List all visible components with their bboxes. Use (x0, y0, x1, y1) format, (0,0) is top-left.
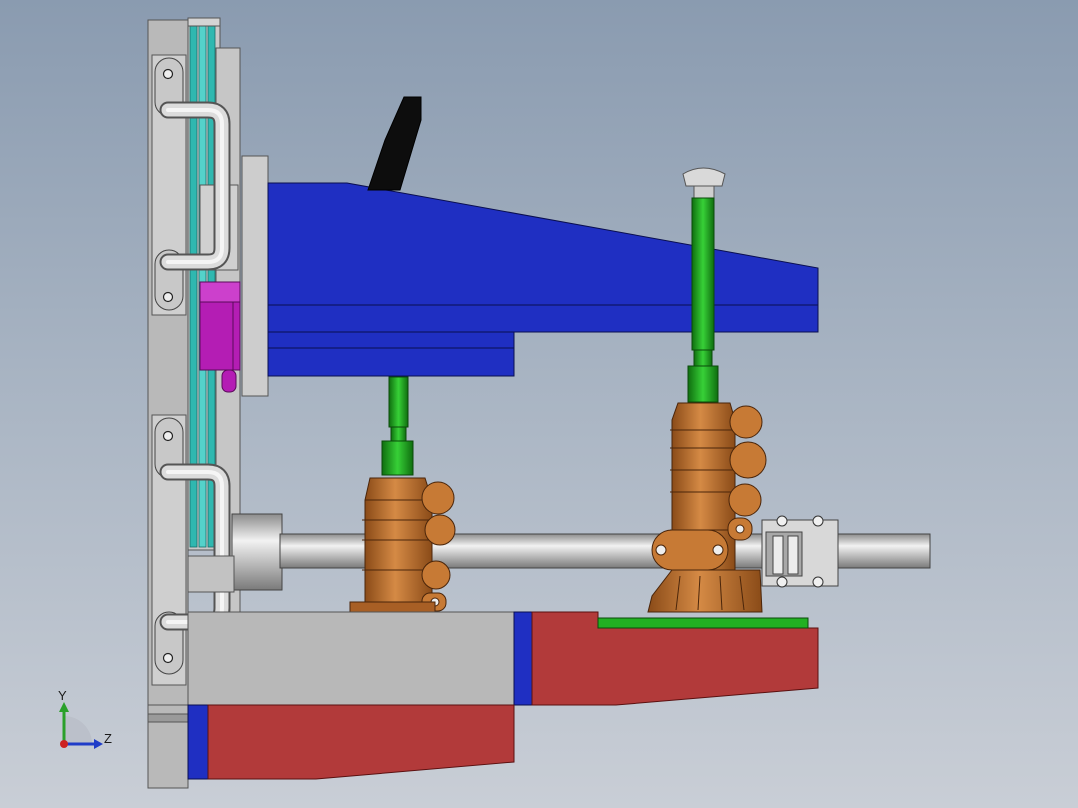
lift-cylinder-left[interactable] (349, 376, 456, 613)
base-block-upper (187, 611, 819, 706)
beam-arm[interactable] (267, 182, 819, 377)
clamp-jaw[interactable] (367, 96, 422, 191)
shaft-coupling[interactable] (761, 515, 839, 588)
y-axis-label: Y (58, 688, 67, 703)
base-block-lower (187, 704, 515, 780)
coordinate-triad: Y Z (58, 688, 112, 749)
x-axis-dot-icon (60, 740, 68, 748)
z-axis-label: Z (104, 731, 112, 746)
cad-viewport[interactable]: Y Z (0, 0, 1078, 808)
